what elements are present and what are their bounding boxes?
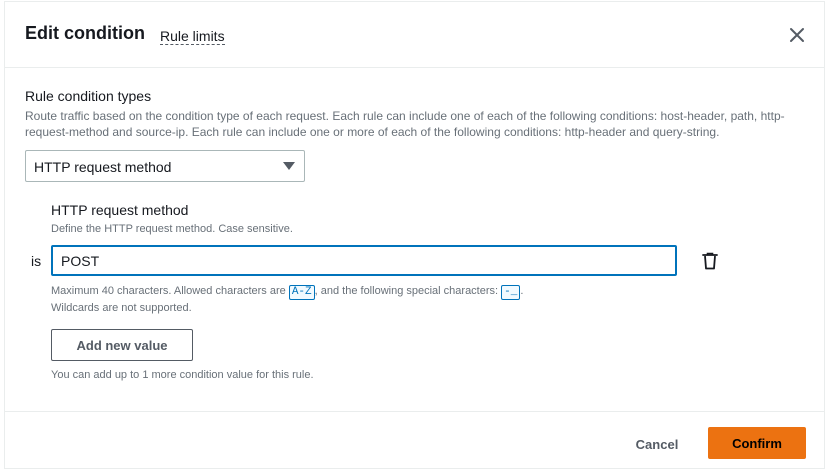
value-constraints: Maximum 40 characters. Allowed character… [51,283,671,316]
special-chars-code: -_ [501,285,521,300]
close-icon[interactable] [788,26,806,44]
constraint-suffix: . [520,285,524,297]
constraint-middle: , and the following special characters: [314,285,502,297]
condition-type-select[interactable]: HTTP request method [25,150,305,182]
modal-footer: Cancel Confirm [5,411,824,470]
http-method-label: HTTP request method [51,202,189,218]
allowed-chars-code: A-Z [288,285,315,300]
add-new-value-button[interactable]: Add new value [51,329,193,361]
condition-types-description: Route traffic based on the condition typ… [25,109,785,139]
rule-limits-link[interactable]: Rule limits [160,28,225,45]
http-method-value-input[interactable] [51,245,677,276]
wildcards-note: Wildcards are not supported. [51,302,192,314]
modal-title: Edit condition [25,23,145,43]
trash-icon[interactable] [702,252,718,270]
cancel-button[interactable]: Cancel [622,428,692,460]
http-method-description: Define the HTTP request method. Case sen… [51,223,293,235]
operator-label: is [31,253,42,269]
condition-type-selected: HTTP request method [34,159,172,175]
edit-condition-modal: Edit condition Rule limits Rule conditio… [4,1,825,469]
caret-down-icon [283,162,295,170]
constraint-prefix: Maximum 40 characters. Allowed character… [51,285,289,297]
condition-types-label: Rule condition types [25,88,152,104]
confirm-button[interactable]: Confirm [708,427,806,459]
value-limit-note: You can add up to 1 more condition value… [51,369,314,381]
modal-header: Edit condition Rule limits [5,2,824,68]
